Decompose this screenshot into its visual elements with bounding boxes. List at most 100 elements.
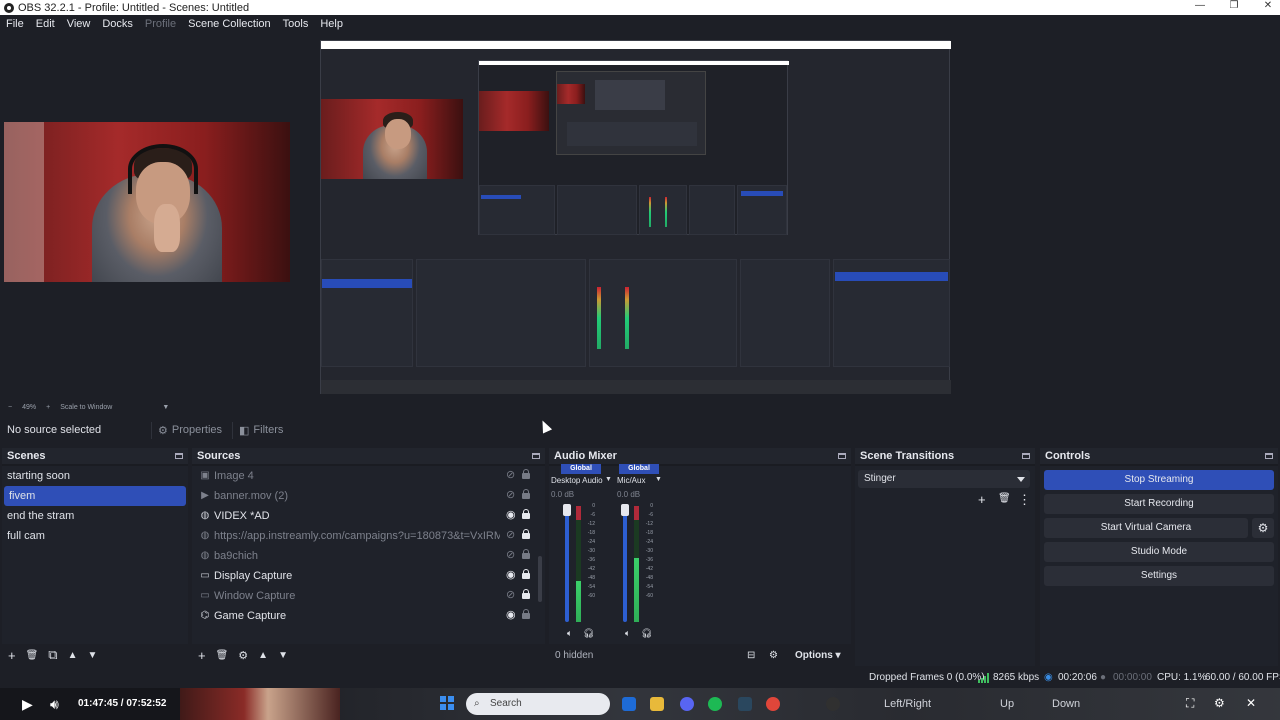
source-item[interactable]: ▭ Window Capture ⊘ bbox=[192, 586, 545, 606]
scene-item[interactable]: starting soon bbox=[2, 466, 188, 486]
transition-select[interactable]: Stinger bbox=[858, 470, 1030, 488]
filters-button[interactable]: ◧ Filters bbox=[232, 421, 289, 439]
menu-tools[interactable]: Tools bbox=[283, 18, 309, 30]
lock-icon[interactable] bbox=[522, 569, 530, 579]
source-item[interactable]: ◍ https://app.instreamly.com/campaigns?u=… bbox=[192, 526, 545, 546]
scene-item[interactable]: end the stram bbox=[2, 506, 188, 526]
undock-icon[interactable] bbox=[1022, 453, 1030, 459]
menu-docks[interactable]: Docks bbox=[102, 18, 133, 30]
undock-icon[interactable] bbox=[532, 453, 540, 459]
chevron-down-icon[interactable]: ▼ bbox=[655, 476, 662, 483]
remove-transition-button[interactable]: 🗑 bbox=[998, 493, 1011, 504]
mixer-options-button[interactable]: Options ▾ bbox=[795, 650, 841, 661]
menu-file[interactable]: File bbox=[6, 18, 24, 30]
source-item[interactable]: ◍ ba9chich ⊘ bbox=[192, 546, 545, 566]
move-scene-up-button[interactable]: ▲ bbox=[68, 650, 78, 661]
speaker-icon[interactable]: 🔈︎ bbox=[567, 628, 572, 639]
scale-mode-select[interactable]: Scale to Window bbox=[60, 404, 112, 411]
menu-profile[interactable]: Profile bbox=[145, 18, 176, 30]
maximize-icon[interactable]: ❐ bbox=[1228, 0, 1240, 11]
scene-item-active[interactable]: fivem bbox=[4, 486, 186, 506]
source-properties-button[interactable]: ⚙ bbox=[238, 649, 248, 662]
zoom-out-button[interactable]: − bbox=[8, 404, 12, 411]
lock-icon[interactable] bbox=[522, 589, 530, 599]
settings-icon[interactable]: ⚙ bbox=[1214, 696, 1225, 710]
eye-icon[interactable]: ◉ bbox=[506, 610, 517, 621]
eye-off-icon[interactable]: ⊘ bbox=[506, 550, 517, 561]
fullscreen-icon[interactable]: ⛶ bbox=[1186, 696, 1194, 711]
move-scene-down-button[interactable]: ▼ bbox=[88, 650, 98, 661]
volume-slider-track[interactable] bbox=[623, 506, 627, 622]
virtual-camera-settings-icon[interactable]: ⚙ bbox=[1252, 518, 1274, 538]
volume-icon[interactable]: 🔊︎ bbox=[50, 696, 59, 713]
play-icon[interactable]: ▶ bbox=[22, 696, 33, 713]
start-virtual-camera-button[interactable]: Start Virtual Camera bbox=[1044, 518, 1248, 538]
chevron-down-icon[interactable]: ▼ bbox=[605, 476, 612, 483]
properties-button[interactable]: ⚙ Properties bbox=[151, 421, 228, 439]
chevron-down-icon[interactable]: ▼ bbox=[162, 404, 169, 411]
taskbar-search[interactable]: ⌕ Search bbox=[466, 693, 610, 715]
add-transition-button[interactable]: + bbox=[978, 492, 986, 507]
menu-help[interactable]: Help bbox=[320, 18, 343, 30]
scene-item[interactable]: full cam bbox=[2, 526, 188, 546]
spotify-icon[interactable] bbox=[708, 697, 722, 711]
source-item[interactable]: ▣ Image 4 ⊘ bbox=[192, 466, 545, 486]
unlock-icon[interactable] bbox=[522, 549, 530, 559]
menu-edit[interactable]: Edit bbox=[36, 18, 55, 30]
discord-icon[interactable] bbox=[680, 697, 694, 711]
volume-slider-track[interactable] bbox=[565, 506, 569, 622]
stop-streaming-button[interactable]: Stop Streaming bbox=[1044, 470, 1274, 490]
folder-icon[interactable] bbox=[650, 697, 664, 711]
undock-icon[interactable] bbox=[1265, 453, 1273, 459]
scene-filters-button[interactable]: ⧉ bbox=[48, 647, 57, 663]
transition-menu-button[interactable]: ⋮ bbox=[1018, 492, 1031, 508]
close-icon[interactable]: ✕ bbox=[1246, 696, 1256, 710]
add-scene-button[interactable]: + bbox=[8, 648, 16, 663]
source-item[interactable]: ▭ Display Capture ◉ bbox=[192, 566, 545, 586]
app-icon[interactable] bbox=[622, 697, 636, 711]
undock-icon[interactable] bbox=[175, 453, 183, 459]
windows-start-icon[interactable] bbox=[440, 696, 454, 710]
source-item[interactable]: ▶ banner.mov (2) ⊘ bbox=[192, 486, 545, 506]
menu-scene-collection[interactable]: Scene Collection bbox=[188, 18, 271, 30]
eye-icon[interactable]: ◉ bbox=[506, 510, 517, 521]
channel-name[interactable]: Mic/Aux bbox=[617, 476, 645, 485]
advanced-audio-icon[interactable]: ⚙ bbox=[769, 650, 778, 661]
speaker-icon[interactable]: 🔈︎ bbox=[625, 628, 630, 639]
settings-button[interactable]: Settings bbox=[1044, 566, 1274, 586]
remove-source-button[interactable]: 🗑 bbox=[216, 650, 229, 661]
lock-icon[interactable] bbox=[522, 529, 530, 539]
volume-slider-handle[interactable] bbox=[621, 504, 629, 516]
eye-off-icon[interactable]: ⊘ bbox=[506, 590, 517, 601]
move-source-up-button[interactable]: ▲ bbox=[258, 650, 268, 661]
eye-off-icon[interactable]: ⊘ bbox=[506, 470, 517, 481]
steam-icon[interactable] bbox=[738, 697, 752, 711]
move-source-down-button[interactable]: ▼ bbox=[278, 650, 288, 661]
obs-taskbar-icon[interactable] bbox=[826, 697, 840, 711]
start-recording-button[interactable]: Start Recording bbox=[1044, 494, 1274, 514]
volume-slider-handle[interactable] bbox=[563, 504, 571, 516]
undock-icon[interactable] bbox=[838, 453, 846, 459]
remove-scene-button[interactable]: 🗑 bbox=[26, 650, 39, 661]
preview-canvas[interactable] bbox=[0, 33, 1280, 400]
eye-off-icon[interactable]: ⊘ bbox=[506, 490, 517, 501]
unlock-icon[interactable] bbox=[522, 489, 530, 499]
eye-icon[interactable]: ◉ bbox=[506, 570, 517, 581]
add-source-button[interactable]: + bbox=[198, 648, 206, 663]
lock-icon[interactable] bbox=[522, 509, 530, 519]
headphones-icon[interactable]: 🎧︎ bbox=[583, 628, 594, 639]
source-item[interactable]: ⌬ Game Capture ◉ bbox=[192, 606, 545, 626]
layout-icon[interactable]: ⊟ bbox=[747, 650, 755, 661]
unlock-icon[interactable] bbox=[522, 609, 530, 619]
close-icon[interactable]: ✕ bbox=[1262, 0, 1274, 11]
source-item[interactable]: ◍ VIDEX *AD ◉ bbox=[192, 506, 545, 526]
channel-name[interactable]: Desktop Audio bbox=[551, 476, 603, 485]
zoom-in-button[interactable]: + bbox=[46, 404, 50, 411]
menu-view[interactable]: View bbox=[67, 18, 91, 30]
studio-mode-button[interactable]: Studio Mode bbox=[1044, 542, 1274, 562]
headphones-icon[interactable]: 🎧︎ bbox=[641, 628, 652, 639]
eye-off-icon[interactable]: ⊘ bbox=[506, 530, 517, 541]
unlock-icon[interactable] bbox=[522, 469, 530, 479]
minimize-icon[interactable]: — bbox=[1194, 0, 1206, 11]
chrome-icon[interactable] bbox=[766, 697, 780, 711]
